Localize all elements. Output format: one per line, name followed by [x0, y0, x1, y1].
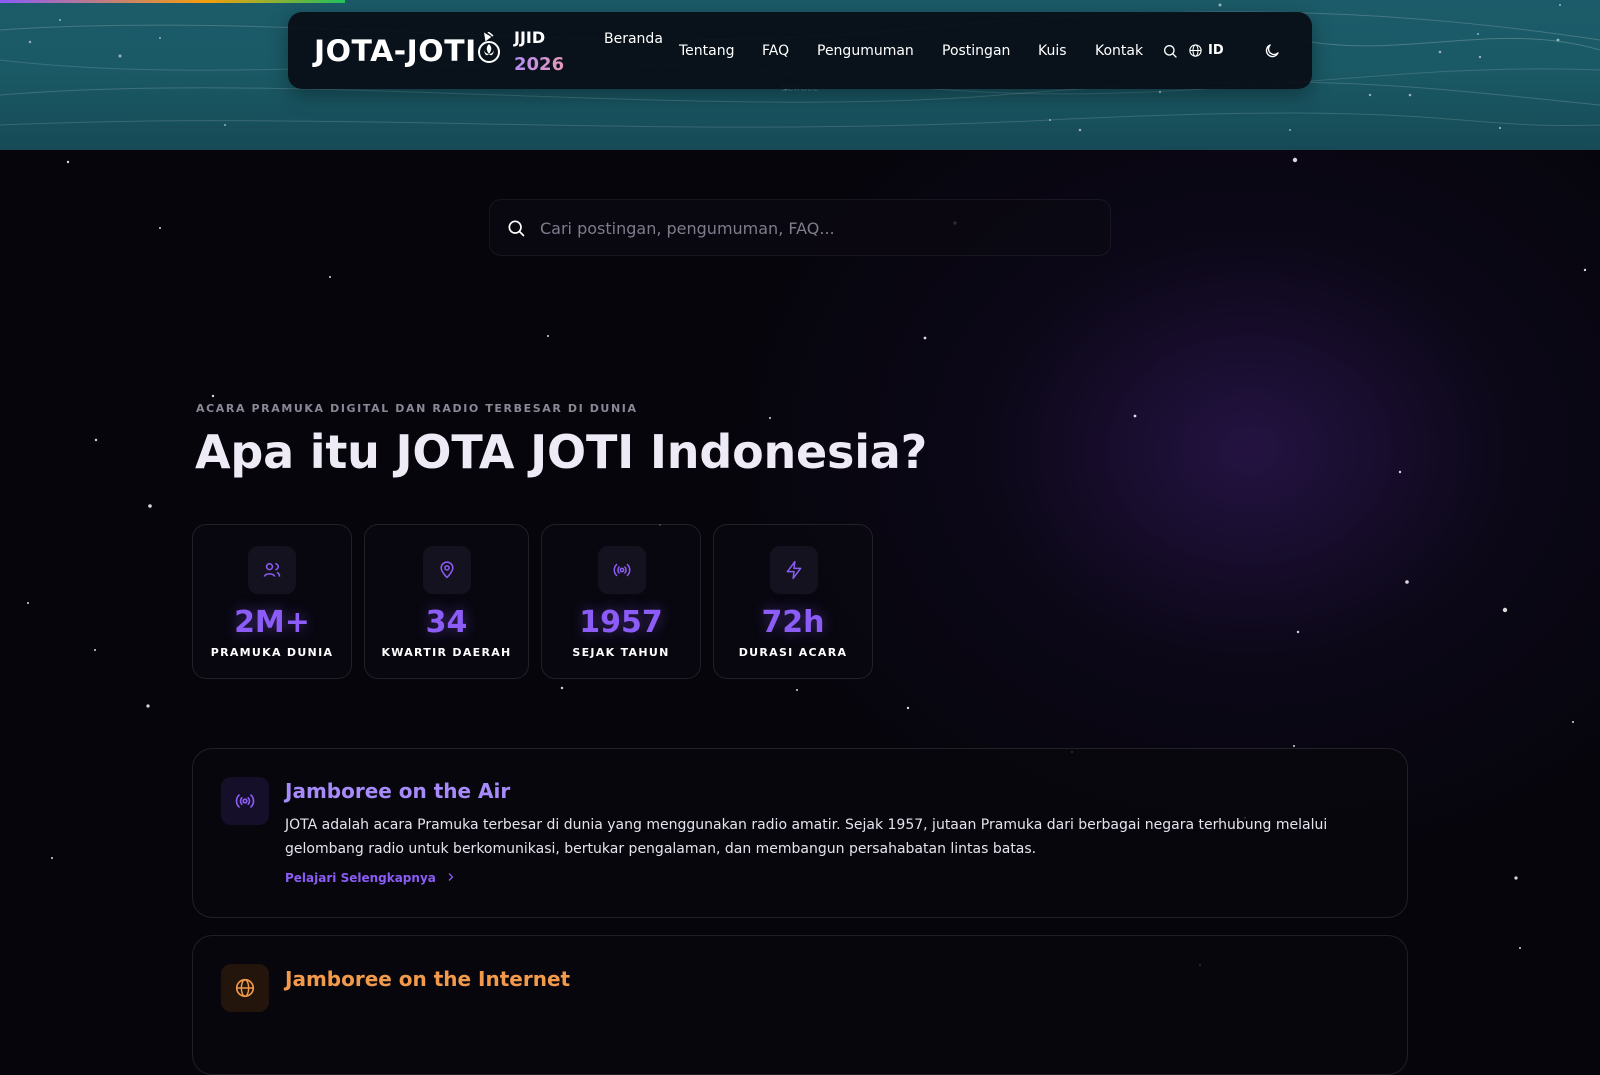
- feature-card-joti: Jamboree on the Internet: [192, 935, 1408, 1075]
- nav-item-tentang[interactable]: Tentang: [679, 43, 735, 59]
- map-pin-icon: [440, 561, 454, 579]
- stat-card-sejak: 1957 SEJAK TAHUN: [541, 524, 701, 679]
- stat-card-durasi: 72h DURASI ACARA: [713, 524, 873, 679]
- nav-item-postingan[interactable]: Postingan: [942, 43, 1010, 59]
- nav-item-pengumuman[interactable]: Pengumuman: [817, 43, 914, 59]
- feature-card-body: JOTA adalah acara Pramuka terbesar di du…: [285, 817, 1328, 857]
- section-title: Apa itu JOTA JOTI Indonesia?: [195, 425, 928, 479]
- stat-value: 72h: [761, 605, 825, 640]
- stat-value: 1957: [579, 605, 663, 640]
- stat-card-kwartir: 34 KWARTIR DAERAH: [364, 524, 529, 679]
- language-code: ID: [1208, 43, 1224, 58]
- users-icon: [263, 563, 281, 577]
- nav-item-kuis[interactable]: Kuis: [1038, 43, 1067, 59]
- stat-label: PRAMUKA DUNIA: [210, 646, 334, 659]
- stat-card-pramuka: 2M+ PRAMUKA DUNIA: [192, 524, 352, 679]
- stat-label: DURASI ACARA: [738, 646, 848, 659]
- nav-item-faq[interactable]: FAQ: [762, 43, 789, 59]
- moon-icon[interactable]: [1263, 42, 1281, 60]
- stat-value: 2M+: [234, 605, 310, 640]
- globe-icon: [1189, 44, 1202, 57]
- section-eyebrow: ACARA PRAMUKA DIGITAL DAN RADIO TERBESAR…: [196, 402, 638, 415]
- feature-card-jota: Jamboree on the Air JOTA adalah acara Pr…: [192, 748, 1408, 918]
- search-input[interactable]: [538, 200, 1092, 257]
- top-progress-bar: [0, 0, 345, 3]
- feature-card-title: Jamboree on the Air: [285, 779, 511, 803]
- brand-event-name: JJID: [514, 28, 546, 47]
- logo-wordmark: JOTA-JOTI: [314, 34, 477, 68]
- radio-icon: [613, 563, 631, 577]
- search-icon: [508, 220, 525, 237]
- stat-label: KWARTIR DAERAH: [381, 646, 512, 659]
- stat-label: SEJAK TAHUN: [572, 646, 670, 659]
- chevron-right-icon: [448, 873, 454, 881]
- site-search-box: [489, 199, 1111, 257]
- main-navbar: JOTA-JOTI JJID 2026 Beranda Tentang FAQ …: [288, 12, 1312, 89]
- learn-more-link[interactable]: Pelajari Selengkapnya: [285, 871, 456, 885]
- search-icon[interactable]: [1162, 43, 1178, 59]
- nav-item-beranda[interactable]: Beranda: [604, 31, 663, 47]
- zap-icon: [786, 560, 802, 580]
- learn-more-label: Pelajari Selengkapnya: [285, 871, 436, 885]
- language-switcher[interactable]: ID: [1188, 43, 1224, 58]
- radio-icon: [235, 794, 255, 808]
- scout-fleur-de-lis-icon: [478, 32, 500, 63]
- globe-icon: [235, 978, 255, 998]
- brand-event-year: 2026: [514, 54, 565, 75]
- feature-card-title: Jamboree on the Internet: [285, 967, 571, 991]
- nav-item-kontak[interactable]: Kontak: [1095, 43, 1143, 59]
- stat-value: 34: [425, 605, 468, 640]
